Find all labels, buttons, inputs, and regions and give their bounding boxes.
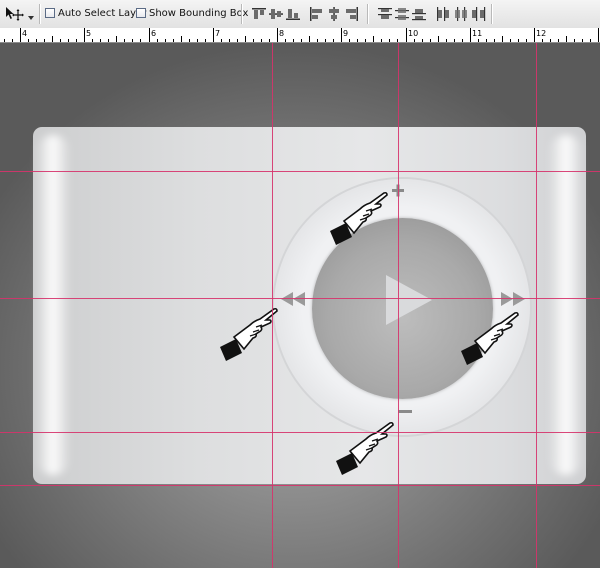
- separator: [491, 4, 493, 24]
- align-left-edges-button[interactable]: [309, 7, 325, 21]
- show-bounding-box-checkbox[interactable]: [136, 8, 146, 18]
- ruler-number: 5: [86, 29, 92, 38]
- distribute-horizontal-centers-icon: [455, 7, 467, 21]
- align-right-edges-icon: [346, 7, 358, 21]
- move-tool-button[interactable]: [2, 5, 34, 22]
- ruler-number: 7: [215, 29, 221, 38]
- move-tool-icon: [6, 7, 24, 21]
- align-bottom-edges-icon: [286, 9, 300, 20]
- guide-vertical[interactable]: [536, 43, 537, 568]
- align-left-edges-icon: [310, 7, 322, 21]
- ruler-number: 8: [279, 29, 285, 38]
- separator: [39, 4, 41, 24]
- align-right-edges-button[interactable]: [343, 7, 359, 21]
- distribute-right-edges-icon: [472, 7, 486, 21]
- align-vertical-centers-button[interactable]: [268, 7, 284, 21]
- distribute-bottom-edges-icon: [412, 9, 426, 21]
- auto-select-layer-label: Auto Select Layer: [58, 8, 147, 19]
- play-icon[interactable]: [386, 275, 432, 325]
- pointing-hand-icon-top: [330, 191, 388, 245]
- document-canvas[interactable]: [0, 43, 600, 568]
- align-horizontal-centers-button[interactable]: [326, 7, 342, 21]
- guide-horizontal[interactable]: [0, 298, 600, 299]
- separator: [241, 4, 243, 24]
- fast-forward-icon[interactable]: [501, 292, 525, 306]
- distribute-vertical-centers-icon: [395, 8, 409, 20]
- align-top-edges-button[interactable]: [251, 7, 267, 21]
- ruler-number: 12: [536, 29, 547, 38]
- guide-vertical[interactable]: [398, 43, 399, 568]
- ruler-number: 9: [343, 29, 349, 38]
- rewind-icon[interactable]: [281, 292, 305, 306]
- distribute-bottom-edges-button[interactable]: [411, 7, 427, 21]
- guide-horizontal[interactable]: [0, 432, 600, 433]
- ruler-number: 6: [151, 29, 157, 38]
- ruler-number: 11: [472, 29, 483, 38]
- guide-vertical[interactable]: [272, 43, 273, 568]
- auto-select-layer-checkbox[interactable]: [45, 8, 55, 18]
- align-top-edges-icon: [252, 8, 266, 19]
- minus-icon[interactable]: [398, 410, 412, 413]
- distribute-vertical-centers-button[interactable]: [394, 7, 410, 21]
- align-horizontal-centers-icon: [329, 7, 339, 21]
- distribute-top-edges-button[interactable]: [377, 7, 393, 21]
- distribute-right-edges-button[interactable]: [470, 7, 486, 21]
- pointing-hand-icon-bottom: [336, 421, 394, 475]
- separator: [367, 4, 369, 24]
- distribute-top-edges-icon: [378, 8, 392, 19]
- guide-horizontal[interactable]: [0, 485, 600, 486]
- pointing-hand-icon-right: [461, 311, 519, 365]
- chevron-down-icon[interactable]: [28, 16, 34, 20]
- distribute-left-edges-icon: [437, 7, 449, 21]
- show-bounding-box-label: Show Bounding Box: [149, 8, 249, 19]
- ruler-number: 10: [408, 29, 419, 38]
- guide-horizontal[interactable]: [0, 171, 600, 172]
- ruler-number: 4: [22, 29, 28, 38]
- align-vertical-centers-icon: [269, 9, 283, 19]
- pointing-hand-icon-left: [220, 307, 278, 361]
- distribute-left-edges-button[interactable]: [436, 7, 452, 21]
- options-bar: Auto Select Layer Show Bounding Box: [0, 0, 600, 29]
- align-bottom-edges-button[interactable]: [285, 7, 301, 21]
- horizontal-ruler[interactable]: 4 5 6 7 8 9 10 11 12: [0, 28, 600, 43]
- player-glyphs: [281, 184, 525, 413]
- distribute-horizontal-centers-button[interactable]: [453, 7, 469, 21]
